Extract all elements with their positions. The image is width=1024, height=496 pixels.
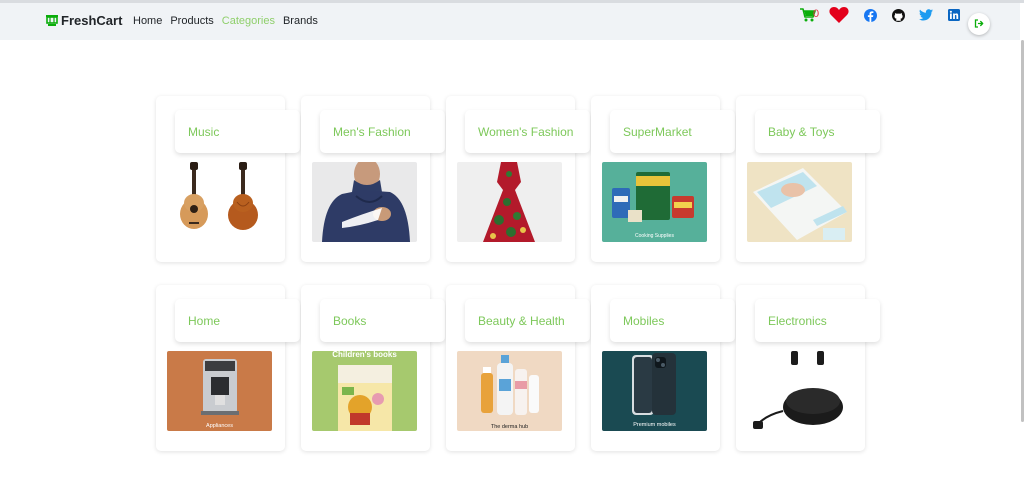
category-card-supermarket[interactable]: SuperMarket Cooking Supplies [591, 96, 735, 262]
category-image-mobiles: Premium mobiles [602, 351, 707, 431]
twitter-icon[interactable] [919, 3, 933, 27]
category-title: Books [320, 299, 445, 342]
cart-count-badge: 0 [813, 8, 820, 20]
category-card-books[interactable]: Books Children's books [301, 285, 445, 451]
category-title: Beauty & Health [465, 299, 590, 342]
category-card-womens-fashion[interactable]: Women's Fashion [446, 96, 590, 262]
category-title: Men's Fashion [320, 110, 445, 153]
nav-link-categories[interactable]: Categories [222, 15, 275, 27]
category-title: Electronics [755, 299, 880, 342]
category-card-music[interactable]: Music [156, 96, 300, 262]
category-image-beauty-health: The derma hub [457, 351, 562, 431]
heart-icon[interactable] [829, 3, 849, 27]
category-image-home: Appliances [167, 351, 272, 431]
category-image-supermarket: Cooking Supplies [602, 162, 707, 242]
linkedin-icon[interactable] [947, 3, 960, 27]
category-image-womens-fashion [457, 162, 562, 242]
category-title: Mobiles [610, 299, 735, 342]
facebook-icon[interactable] [863, 3, 877, 27]
image-caption: Children's books [332, 351, 397, 359]
category-card-baby-toys[interactable]: Baby & Toys [736, 96, 880, 262]
image-caption: Appliances [206, 423, 233, 429]
image-caption: Premium mobiles [633, 422, 676, 428]
logout-icon [974, 15, 984, 33]
category-card-home[interactable]: Home Appliances [156, 285, 300, 451]
categories-grid: Music Men's Fashion Women's Fashion Supe… [156, 96, 880, 456]
category-title: Women's Fashion [465, 110, 590, 153]
brand-name: FreshCart [61, 13, 123, 28]
github-icon[interactable] [891, 3, 905, 27]
logout-button[interactable] [968, 13, 990, 35]
image-caption: The derma hub [491, 424, 528, 430]
category-card-electronics[interactable]: Electronics [736, 285, 880, 451]
category-image-baby-toys [747, 162, 852, 242]
category-image-books: Children's books [312, 351, 417, 431]
category-image-mens-fashion [312, 162, 417, 242]
main-nav: Home Products Categories Brands [133, 15, 318, 27]
category-image-music [167, 162, 272, 242]
category-title: Home [175, 299, 300, 342]
cart-logo-icon [46, 14, 58, 28]
category-card-mobiles[interactable]: Mobiles Premium mobiles [591, 285, 735, 451]
navbar: FreshCart Home Products Categories Brand… [0, 3, 1020, 40]
nav-link-products[interactable]: Products [170, 15, 213, 27]
category-card-mens-fashion[interactable]: Men's Fashion [301, 96, 445, 262]
category-title: Baby & Toys [755, 110, 880, 153]
category-card-beauty-health[interactable]: Beauty & Health The derma hub [446, 285, 590, 451]
category-title: SuperMarket [610, 110, 735, 153]
nav-link-brands[interactable]: Brands [283, 15, 318, 27]
category-title: Music [175, 110, 300, 153]
brand-logo[interactable]: FreshCart [46, 13, 122, 28]
category-image-electronics [747, 351, 852, 431]
nav-link-home[interactable]: Home [133, 15, 162, 27]
image-caption: Cooking Supplies [635, 233, 674, 239]
